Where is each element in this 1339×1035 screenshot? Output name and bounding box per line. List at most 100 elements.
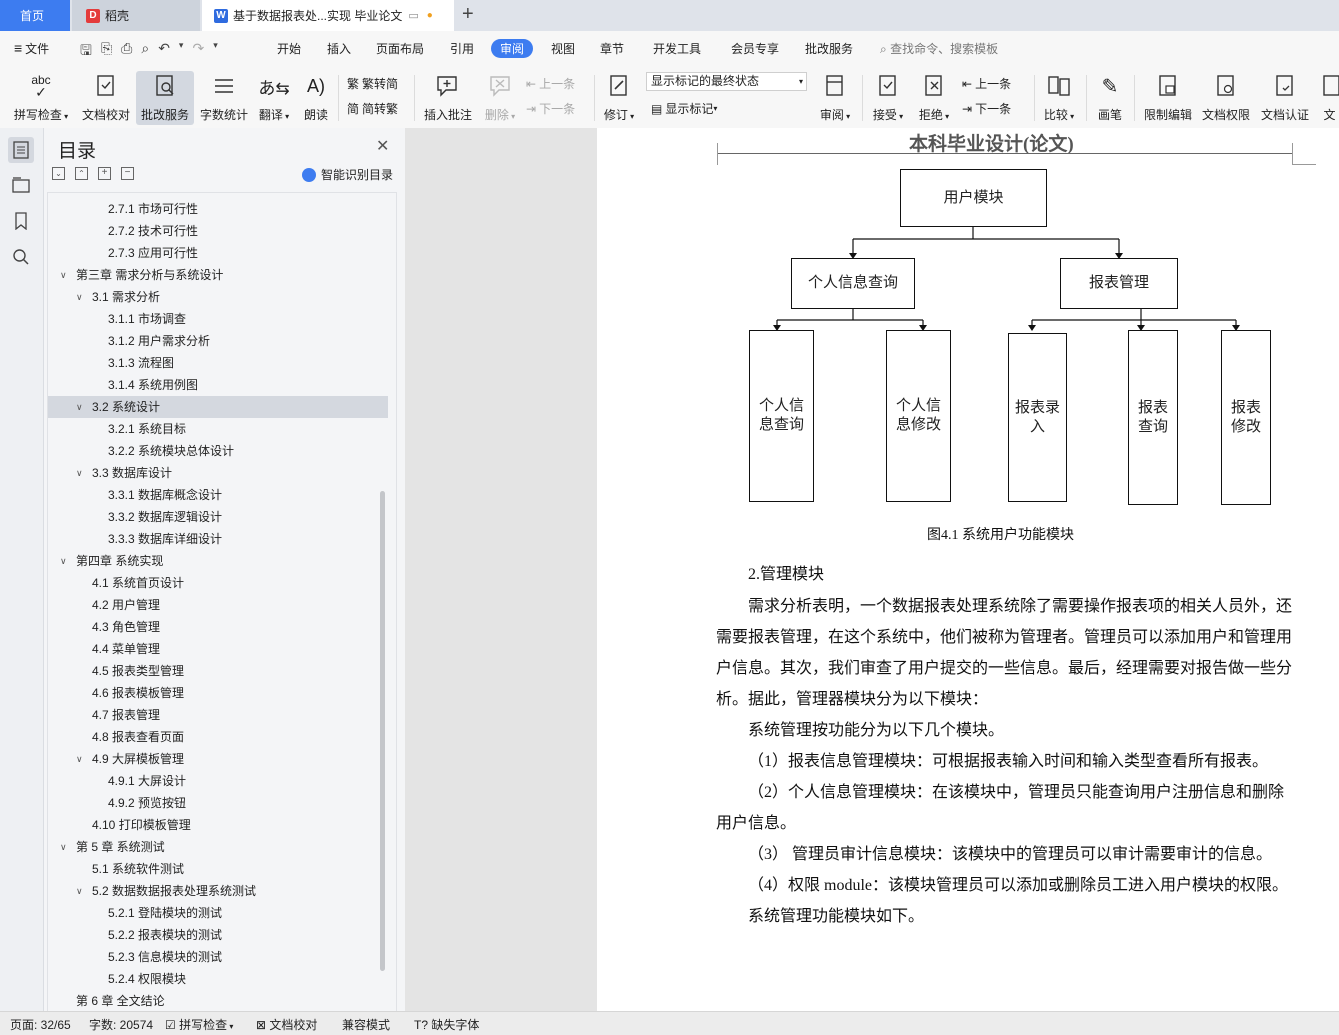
toc-item[interactable]: 3.1.3 流程图: [48, 352, 388, 374]
toc-item[interactable]: 4.9.2 预览按钮: [48, 792, 388, 814]
toc-item[interactable]: 4.7 报表管理: [48, 704, 388, 726]
compare-button[interactable]: 比较 ▾: [1040, 71, 1078, 123]
chevron-down-icon[interactable]: ∨: [60, 836, 67, 858]
status-spell-check[interactable]: ☑ 拼写检查 ▾: [165, 1016, 233, 1033]
expand-all-icon[interactable]: ⌄: [52, 167, 65, 180]
menu-view[interactable]: 视图: [551, 40, 575, 57]
toc-item[interactable]: 4.2 用户管理: [48, 594, 388, 616]
toc-item[interactable]: ∨ 3.3 数据库设计: [48, 462, 388, 484]
toc-scrollbar[interactable]: [380, 491, 385, 971]
chevron-down-icon[interactable]: ∨: [60, 550, 67, 572]
restrict-editing-button[interactable]: 限制编辑: [1140, 71, 1196, 123]
bookmark-icon[interactable]: [8, 208, 34, 234]
toc-item[interactable]: 4.6 报表模板管理: [48, 682, 388, 704]
search-icon[interactable]: [8, 244, 34, 270]
markup-display-select[interactable]: 显示标记的最终状态 ▾: [646, 72, 807, 91]
chapter-nav-icon[interactable]: [8, 172, 34, 198]
spell-check-button[interactable]: abc ✓ 拼写检查 ▾: [8, 71, 74, 123]
toc-item[interactable]: ∨ 4.9 大屏模板管理: [48, 748, 388, 770]
toc-item[interactable]: 3.3.1 数据库概念设计: [48, 484, 388, 506]
toc-item[interactable]: 3.3.3 数据库详细设计: [48, 528, 388, 550]
close-icon[interactable]: ✕: [376, 136, 389, 156]
toc-item[interactable]: 第 6 章 全文结论: [48, 990, 388, 1011]
doc-permission-button[interactable]: 文档权限: [1200, 71, 1252, 123]
toc-item[interactable]: 2.7.3 应用可行性: [48, 242, 388, 264]
doc-certification-button[interactable]: 文档认证: [1258, 71, 1312, 123]
toc-item[interactable]: 5.1 系统软件测试: [48, 858, 388, 880]
translate-button[interactable]: あ⇆ 翻译 ▾: [254, 71, 294, 123]
toc-item[interactable]: ∨ 3.2 系统设计: [48, 396, 388, 418]
insert-comment-button[interactable]: 插入批注: [420, 71, 476, 123]
doc-proof-button[interactable]: 文档校对: [78, 71, 134, 123]
missing-font-button[interactable]: T? 缺失字体: [414, 1016, 479, 1033]
remove-heading-icon[interactable]: −: [121, 167, 134, 180]
tab-document[interactable]: W 基于数据报表处...实现 毕业论文 ▭ ●: [202, 0, 454, 31]
export-icon[interactable]: ⎘: [101, 40, 112, 64]
toc-item[interactable]: ∨ 5.2 数据数据报表处理系统测试: [48, 880, 388, 902]
menu-start[interactable]: 开始: [277, 40, 301, 57]
next-comment-button[interactable]: ⇥ 下一条: [526, 100, 575, 117]
toc-item[interactable]: 4.5 报表类型管理: [48, 660, 388, 682]
menu-member[interactable]: 会员专享: [731, 40, 779, 57]
toc-item[interactable]: 3.1.1 市场调查: [48, 308, 388, 330]
toc-panel-icon[interactable]: [8, 137, 34, 163]
menu-chapter[interactable]: 章节: [600, 40, 624, 57]
status-doc-proof[interactable]: ⊠ 文档校对: [256, 1016, 317, 1033]
review-pane-button[interactable]: 审阅 ▾: [816, 71, 854, 123]
add-heading-icon[interactable]: +: [98, 167, 111, 180]
redo-icon[interactable]: ↷: [192, 40, 204, 64]
accept-button[interactable]: 接受 ▾: [868, 71, 908, 123]
toc-item[interactable]: 3.3.2 数据库逻辑设计: [48, 506, 388, 528]
pen-button[interactable]: ✎ 画笔: [1092, 71, 1128, 123]
word-count-indicator[interactable]: 字数: 20574: [89, 1016, 153, 1033]
word-count-button[interactable]: 字数统计: [197, 71, 251, 123]
menu-review[interactable]: 审阅: [491, 39, 534, 58]
tab-home[interactable]: 首页: [0, 0, 70, 31]
toc-item[interactable]: ∨ 第 5 章 系统测试: [48, 836, 388, 858]
chevron-down-icon[interactable]: ∨: [76, 880, 83, 902]
toc-item[interactable]: 3.2.2 系统模块总体设计: [48, 440, 388, 462]
toc-item[interactable]: ∨ 第三章 需求分析与系统设计: [48, 264, 388, 286]
menu-correction[interactable]: 批改服务: [805, 40, 853, 57]
ribbon-overflow-button[interactable]: 文: [1320, 71, 1339, 123]
chevron-down-icon[interactable]: ∨: [60, 264, 67, 286]
toc-item[interactable]: 2.7.1 市场可行性: [48, 198, 388, 220]
chevron-down-icon[interactable]: ∨: [76, 286, 83, 308]
toc-item[interactable]: 4.10 打印模板管理: [48, 814, 388, 836]
toc-item[interactable]: ∨ 3.1 需求分析: [48, 286, 388, 308]
new-tab-button[interactable]: +: [462, 3, 474, 26]
undo-dropdown-icon[interactable]: ▾: [179, 40, 184, 64]
toc-item[interactable]: 4.9.1 大屏设计: [48, 770, 388, 792]
menu-references[interactable]: 引用: [450, 40, 474, 57]
toc-item[interactable]: ∨ 第四章 系统实现: [48, 550, 388, 572]
toc-item[interactable]: 4.4 菜单管理: [48, 638, 388, 660]
read-aloud-button[interactable]: A) 朗读: [298, 71, 334, 123]
toc-item[interactable]: 4.1 系统首页设计: [48, 572, 388, 594]
toc-item[interactable]: 3.1.2 用户需求分析: [48, 330, 388, 352]
toc-item[interactable]: 2.7.2 技术可行性: [48, 220, 388, 242]
prev-change-button[interactable]: ⇤ 上一条: [962, 75, 1011, 92]
reject-button[interactable]: 拒绝 ▾: [914, 71, 954, 123]
save-icon[interactable]: 🖫: [80, 40, 92, 64]
tab-daoke[interactable]: D 稻壳: [72, 0, 200, 31]
toc-item[interactable]: 4.8 报表查看页面: [48, 726, 388, 748]
collapse-all-icon[interactable]: ⌃: [75, 167, 88, 180]
show-markup-button[interactable]: ▤ 显示标记 ▾: [651, 100, 717, 117]
menu-page-layout[interactable]: 页面布局: [376, 40, 424, 57]
more-dropdown-icon[interactable]: ▾: [213, 40, 218, 64]
chevron-down-icon[interactable]: ∨: [76, 396, 83, 418]
simp-to-trad-button[interactable]: 简简转繁: [347, 100, 398, 117]
undo-icon[interactable]: ↶: [158, 40, 170, 64]
monitor-icon[interactable]: ▭: [408, 9, 418, 22]
print-preview-icon[interactable]: ⌕: [141, 40, 149, 64]
file-menu[interactable]: ≡ 文件: [14, 40, 49, 57]
trad-to-simp-button[interactable]: 繁繁转简: [347, 75, 398, 92]
menu-insert[interactable]: 插入: [327, 40, 351, 57]
print-icon[interactable]: ⎙: [121, 40, 132, 64]
toc-item[interactable]: 5.2.2 报表模块的测试: [48, 924, 388, 946]
toc-item[interactable]: 3.1.4 系统用例图: [48, 374, 388, 396]
prev-comment-button[interactable]: ⇤ 上一条: [526, 75, 575, 92]
next-change-button[interactable]: ⇥ 下一条: [962, 100, 1011, 117]
menu-developer[interactable]: 开发工具: [653, 40, 701, 57]
page-indicator[interactable]: 页面: 32/65: [10, 1016, 71, 1033]
